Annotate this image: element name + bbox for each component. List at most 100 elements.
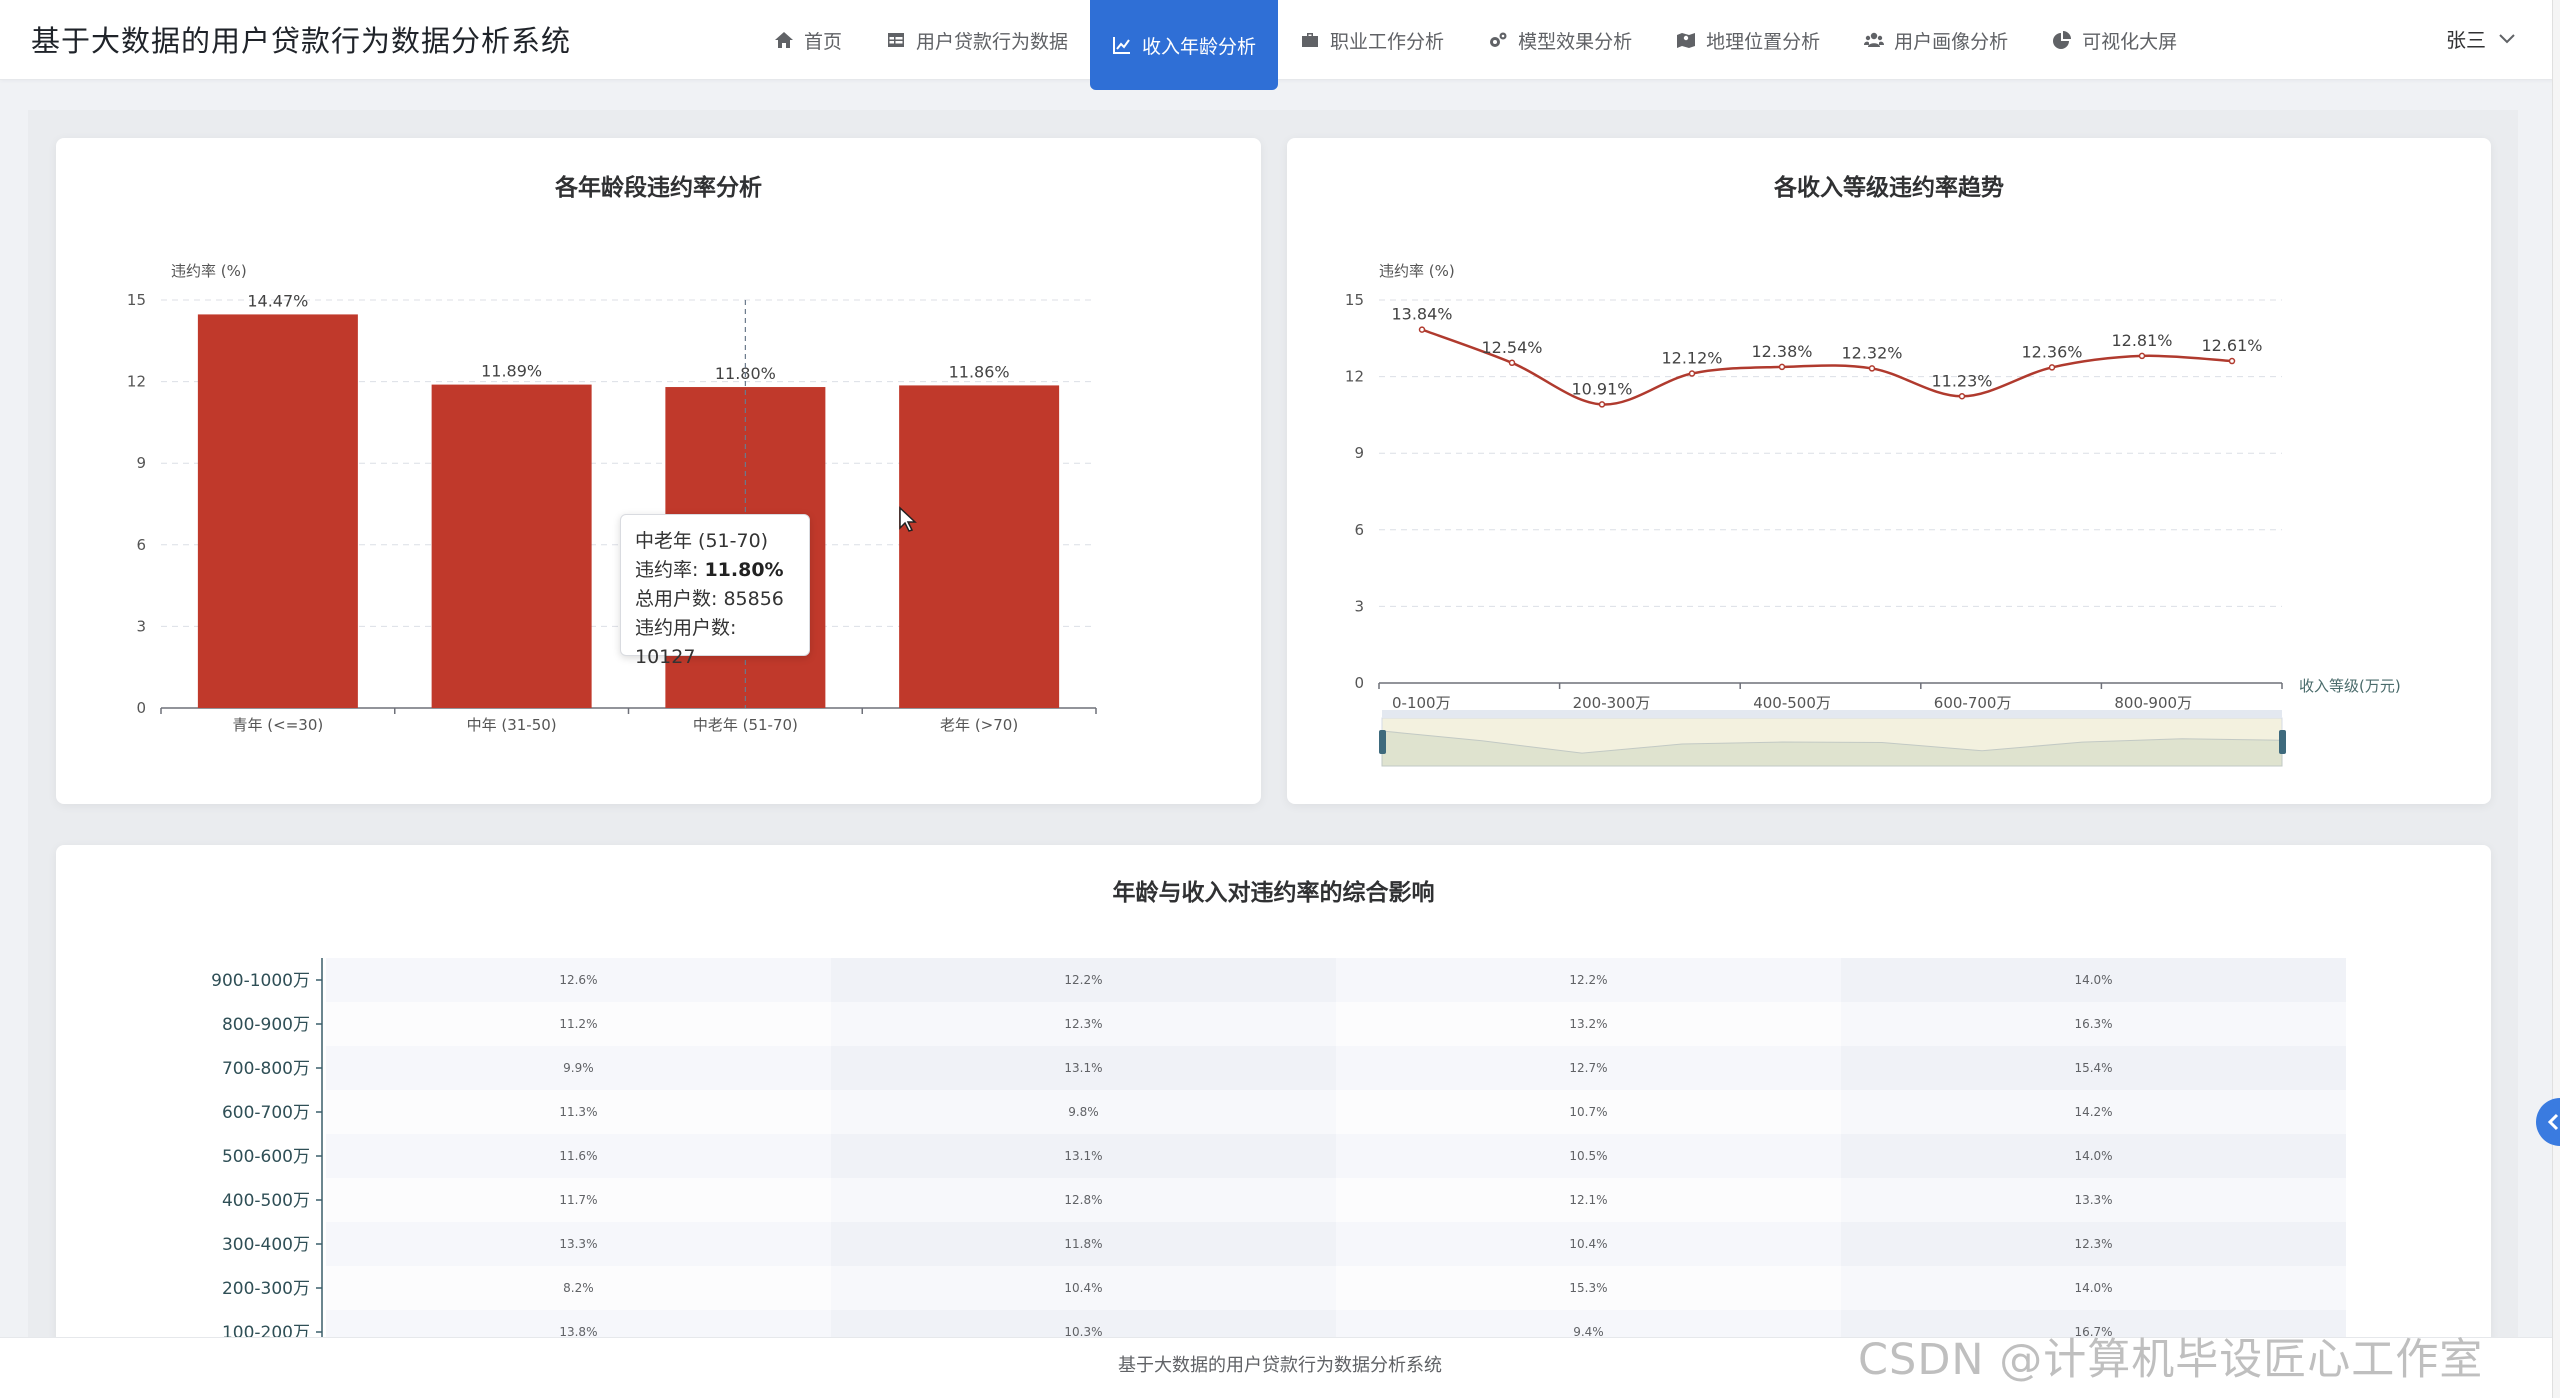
datazoom-handle-right — [2279, 730, 2286, 754]
line-y-tick-label: 0 — [1354, 674, 1364, 692]
bar-tooltip: 中老年 (51-70) 违约率: 11.80% 总用户数: 85856 违约用户… — [620, 514, 810, 668]
nav-item-geo[interactable]: 地理位置分析 — [1654, 0, 1842, 80]
heatmap-cell[interactable]: 11.8% — [830, 1222, 1336, 1266]
line-data-label: 12.12% — [1661, 349, 1722, 368]
heatmap-row-spacer — [268, 958, 326, 1002]
tooltip-total-users: 总用户数: 85856 — [635, 588, 784, 610]
line-point — [1418, 326, 1426, 333]
heatmap-cell[interactable]: 9.9% — [325, 1046, 831, 1090]
line-point — [2228, 357, 2236, 365]
heatmap-cell[interactable]: 8.2% — [325, 1266, 831, 1310]
datazoom-top-bar — [1382, 710, 2282, 718]
heatmap-row: 9.9% 13.1% 12.7% 15.4% — [268, 1046, 2347, 1090]
user-name: 张三 — [2446, 28, 2486, 52]
heatmap-cell[interactable]: 10.5% — [1335, 1134, 1841, 1178]
nav-item-label: 可视化大屏 — [2082, 30, 2178, 53]
line-data-label: 12.81% — [2111, 331, 2172, 350]
nav-item-label: 首页 — [804, 30, 843, 53]
heatmap-cell[interactable]: 14.0% — [1840, 1134, 2347, 1178]
heatmap-cell[interactable]: 14.2% — [1840, 1090, 2347, 1134]
heatmap-cell[interactable]: 12.2% — [830, 958, 1336, 1002]
heatmap-cell[interactable]: 13.1% — [830, 1046, 1336, 1090]
heatmap-cell[interactable]: 15.3% — [1335, 1266, 1841, 1310]
line-chart-icon — [1113, 37, 1131, 54]
line-point — [1958, 393, 1966, 400]
bar-x-tick-label: 中年 (31-50) — [467, 716, 557, 734]
chevron-down-icon — [2499, 33, 2515, 43]
heatmap-cell[interactable]: 12.8% — [830, 1178, 1336, 1222]
bar-y-tick-label: 6 — [136, 536, 146, 554]
nav-item-label: 用户贷款行为数据 — [916, 30, 1069, 53]
line-y-axis-label: 违约率 (%) — [1379, 262, 1455, 280]
bar-y-tick-label: 0 — [136, 699, 146, 717]
heatmap-cell[interactable]: 11.2% — [325, 1002, 831, 1046]
line-x-tick-label: 0-100万 — [1392, 694, 1451, 712]
line-point — [1688, 370, 1696, 377]
footer-text: 基于大数据的用户贷款行为数据分析系统 — [1118, 1355, 1442, 1376]
line-y-tick-label: 15 — [1345, 291, 1364, 309]
heatmap-row-spacer — [268, 1090, 326, 1134]
heatmap-cell[interactable]: 16.3% — [1840, 1002, 2347, 1046]
line-point — [2138, 352, 2146, 360]
line-x-tick-label: 400-500万 — [1753, 694, 1831, 712]
line-data-label: 10.91% — [1571, 379, 1632, 398]
nav-item-model-effect[interactable]: 模型效果分析 — [1466, 0, 1654, 80]
heatmap-cell[interactable]: 9.8% — [830, 1090, 1336, 1134]
heatmap-cell[interactable]: 11.7% — [325, 1178, 831, 1222]
age-default-rate-bar-chart[interactable]: 违约率 (%) 0 3 6 9 12 15 14.47% 青年 (<=30) 11.89% 中年 (… — [56, 138, 1261, 804]
tooltip-category: 中老年 (51-70) — [635, 530, 769, 552]
gears-icon — [1490, 32, 1507, 47]
nav-item-dashboard[interactable]: 可视化大屏 — [2030, 0, 2199, 80]
line-point — [1778, 363, 1786, 371]
heatmap-cell[interactable]: 11.3% — [325, 1090, 831, 1134]
line-y-tick-label: 9 — [1354, 444, 1364, 462]
line-point — [1508, 359, 1516, 367]
heatmap-row-spacer — [268, 1046, 326, 1090]
line-data-label: 12.54% — [1481, 338, 1542, 357]
heatmap-cell[interactable]: 12.7% — [1335, 1046, 1841, 1090]
app-title: 基于大数据的用户贷款行为数据分析系统 — [31, 24, 572, 58]
nav-item-label: 地理位置分析 — [1706, 30, 1821, 53]
heatmap-row-spacer — [268, 1222, 326, 1266]
age-income-heatmap: 12.6% 12.2% 12.2% 14.0% 11.2% 12.3% 13.2% 16.3%… — [268, 958, 2347, 1354]
heatmap-cell[interactable]: 11.6% — [325, 1134, 831, 1178]
top-header: 基于大数据的用户贷款行为数据分析系统 首页 用户贷款行为数据 收入年龄分析 职业… — [0, 0, 2560, 90]
heatmap-cell[interactable]: 10.7% — [1335, 1090, 1841, 1134]
tooltip-rate: 违约率: 11.80% — [635, 559, 784, 581]
nav-item-user-profile[interactable]: 用户画像分析 — [1842, 0, 2030, 80]
nav-item-label: 职业工作分析 — [1330, 30, 1445, 53]
heatmap-row: 13.3% 11.8% 10.4% 12.3% — [268, 1222, 2347, 1266]
nav-item-home[interactable]: 首页 — [752, 0, 864, 80]
heatmap-cell[interactable]: 12.3% — [830, 1002, 1336, 1046]
heatmap-cell[interactable]: 13.1% — [830, 1134, 1336, 1178]
side-collapse-button[interactable] — [2536, 1098, 2560, 1146]
heatmap-cell[interactable]: 14.0% — [1840, 958, 2347, 1002]
bar-data-label: 14.47% — [247, 291, 308, 310]
bar-x-tick-label: 青年 (<=30) — [233, 716, 324, 734]
heatmap-cell[interactable]: 12.2% — [1335, 958, 1841, 1002]
map-icon — [1677, 33, 1696, 48]
bar-data-label: 11.89% — [481, 362, 542, 381]
nav-item-loan-data[interactable]: 用户贷款行为数据 — [864, 0, 1090, 80]
heatmap-cell[interactable]: 13.2% — [1335, 1002, 1841, 1046]
line-x-tick-label: 200-300万 — [1573, 694, 1651, 712]
income-default-trend-line-chart[interactable]: 违约率 (%) 0 3 6 9 12 15 收入等级(万元) 0-100万 200-300万 400… — [1287, 138, 2491, 804]
heatmap-cell[interactable]: 10.4% — [830, 1266, 1336, 1310]
heatmap-cell[interactable]: 12.3% — [1840, 1222, 2347, 1266]
nav-item-label: 收入年龄分析 — [1142, 35, 1257, 58]
nav-item-occupation[interactable]: 职业工作分析 — [1278, 0, 1466, 80]
heatmap-cell[interactable]: 12.1% — [1335, 1178, 1841, 1222]
page-scrollbar[interactable] — [2552, 0, 2560, 1398]
user-menu[interactable]: 张三 — [2446, 24, 2516, 53]
nav-item-income-age[interactable]: 收入年龄分析 — [1090, 0, 1279, 90]
heatmap-cell[interactable]: 12.6% — [325, 958, 831, 1002]
line-point — [1598, 401, 1606, 408]
heatmap-row-spacer — [268, 1266, 326, 1310]
heatmap-cell[interactable]: 13.3% — [325, 1222, 831, 1266]
heatmap-cell[interactable]: 10.4% — [1335, 1222, 1841, 1266]
line-point — [1868, 365, 1876, 372]
mouse-cursor-icon — [899, 506, 917, 532]
heatmap-cell[interactable]: 14.0% — [1840, 1266, 2347, 1310]
heatmap-cell[interactable]: 15.4% — [1840, 1046, 2347, 1090]
heatmap-cell[interactable]: 13.3% — [1840, 1178, 2347, 1222]
